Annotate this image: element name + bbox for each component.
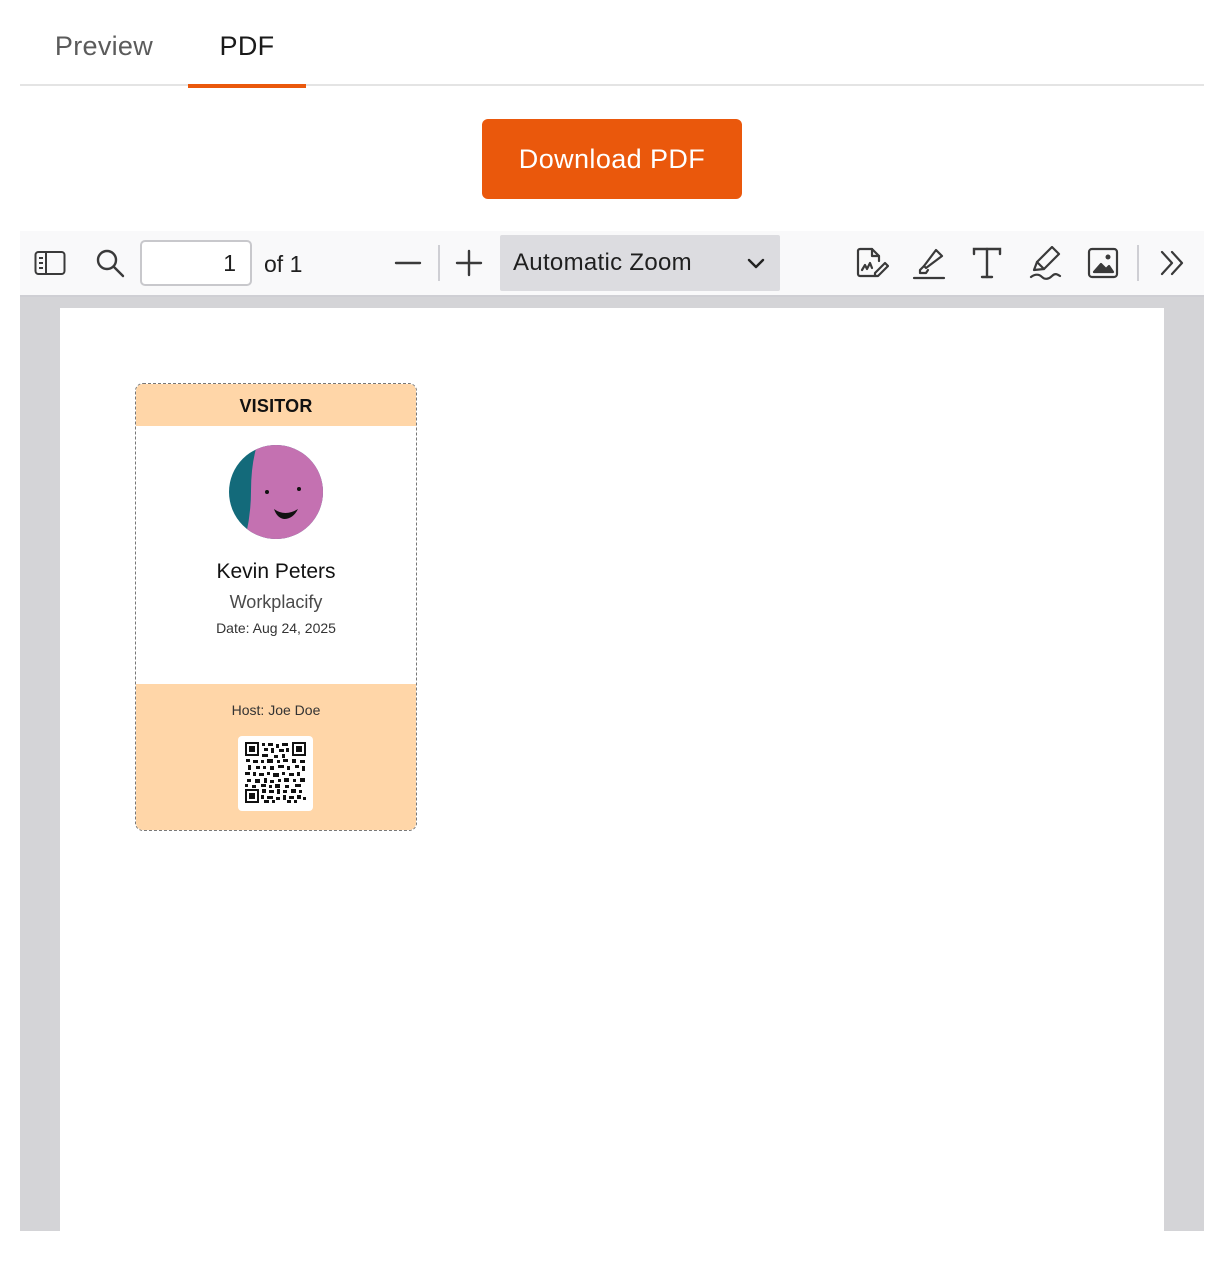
visitor-badge: VISITOR Kevin Peters Workplacify Date: A… [135,383,417,831]
tab-bar: Preview PDF [20,0,1204,88]
search-icon[interactable] [90,243,130,283]
signature-icon[interactable] [852,243,892,283]
avatar [229,445,323,539]
visitor-company: Workplacify [229,592,323,612]
zoom-select[interactable]: Automatic Zoom [500,235,780,291]
highlight-icon[interactable] [909,243,949,283]
page-number-input[interactable] [140,240,252,286]
visit-date: Date: Aug 24, 2025 [216,620,336,636]
host-label: Host: Joe Doe [231,702,321,718]
download-pdf-button[interactable]: Download PDF [482,119,742,199]
toolbar-divider [1137,245,1139,281]
image-icon[interactable] [1083,243,1123,283]
badge-header: VISITOR [136,384,416,426]
sidebar-toggle-icon[interactable] [30,243,70,283]
pdf-toolbar: of 1 Automatic Zoom [20,231,1204,297]
page-count: of 1 [264,251,303,277]
tab-preview[interactable]: Preview [36,0,172,86]
visitor-name: Kevin Peters [216,560,336,583]
zoom-select-value: Automatic Zoom [513,249,692,276]
qr-code [238,736,313,811]
toolbar-divider [438,245,440,281]
draw-icon[interactable] [1025,243,1065,283]
qr-code-icon [245,742,306,803]
zoom-out-icon[interactable] [388,243,428,283]
text-icon[interactable] [967,243,1007,283]
pdf-viewer[interactable]: VISITOR Kevin Peters Workplacify Date: A… [20,297,1204,1231]
badge-footer: Host: Joe Doe [136,684,416,830]
pdf-page: VISITOR Kevin Peters Workplacify Date: A… [60,308,1164,1231]
chevron-down-icon [744,251,768,280]
more-tools-icon[interactable] [1153,243,1193,283]
zoom-in-icon[interactable] [449,243,489,283]
tab-pdf[interactable]: PDF [188,0,306,88]
